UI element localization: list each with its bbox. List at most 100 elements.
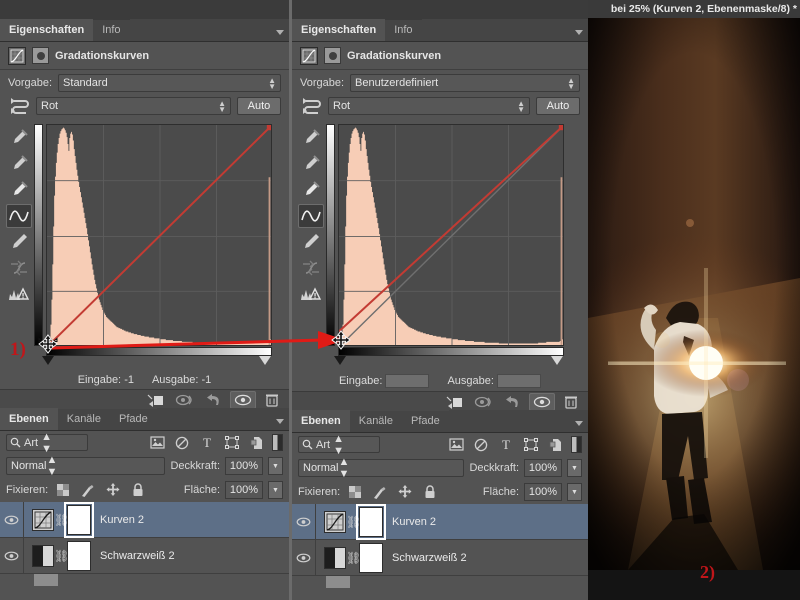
blend-mode-select-left[interactable]: Normal ▲▼ [6,457,165,475]
mask-icon-left[interactable] [32,47,49,64]
lock-transparent-icon-right[interactable] [345,484,365,501]
fill-stepper-right[interactable]: ▼ [567,483,582,501]
layer-thumbnail-schwarzweiss2-left[interactable] [32,545,54,567]
layer-visibility-icon-schwarzweiss2-right[interactable] [292,540,316,576]
tab-pfade-right[interactable]: Pfade [402,410,449,432]
lock-position-icon-right[interactable] [395,484,415,501]
black-point-slider-left[interactable] [42,356,54,365]
white-point-slider-left[interactable] [259,356,271,365]
channel-select-left[interactable]: Rot ▲▼ [36,97,231,115]
lock-image-icon-left[interactable] [78,482,98,499]
layer-link-icon-schwarzweiss2-left[interactable]: ⛓ [54,549,67,563]
filter-smartobject-icon-right[interactable] [546,436,566,453]
clipping-warning-icon-left[interactable] [6,282,32,306]
layer-link-icon-kurven2-left[interactable]: ⛓ [54,513,67,527]
layer-thumbnail-kurven2-left[interactable] [32,509,54,531]
lock-all-icon-left[interactable] [128,482,148,499]
eyedropper-gray-icon-left[interactable] [6,152,32,176]
layer-filter-select-right[interactable]: Art ▲▼ [298,436,380,453]
layer-visibility-icon-kurven2-right[interactable] [292,504,316,540]
curve-graph-left[interactable] [34,124,280,354]
opacity-value-right[interactable]: 100% [524,459,562,477]
photo-canvas[interactable] [588,18,800,570]
reset-icon-left[interactable] [201,391,227,409]
toggle-visibility-icon-left[interactable] [230,391,256,409]
blend-mode-select-right[interactable]: Normal ▲▼ [298,459,464,477]
eyedropper-black-icon-left[interactable] [6,126,32,150]
auto-button-left[interactable]: Auto [237,97,281,115]
tab-info-right[interactable]: Info [385,19,421,41]
fill-value-left[interactable]: 100% [225,481,263,499]
tab-info-left[interactable]: Info [93,19,129,41]
panel-menu-icon-left[interactable] [276,30,284,35]
curve-tool-icon-left[interactable] [6,204,32,228]
filter-pixel-icon-left[interactable] [147,434,167,451]
lock-image-icon-right[interactable] [370,484,390,501]
filter-adjustment-icon-right[interactable] [471,436,491,453]
mask-icon-right[interactable] [324,47,341,64]
onimage-adjust-icon-right[interactable] [300,96,322,116]
input-field-right[interactable] [385,374,429,388]
toggle-visibility-icon-right[interactable] [529,393,555,411]
filter-adjustment-icon-left[interactable] [172,434,192,451]
tab-ebenen-left[interactable]: Ebenen [0,408,58,430]
tab-ebenen-right[interactable]: Ebenen [292,410,350,432]
eyedropper-white-icon-left[interactable] [6,178,32,202]
eyedropper-gray-icon-right[interactable] [298,152,324,176]
layer-name-schwarzweiss2-left[interactable]: Schwarzweiß 2 [100,550,175,562]
curve-grid-right[interactable] [338,124,564,346]
onimage-adjust-icon-left[interactable] [8,96,30,116]
panel-menu-icon-right[interactable] [575,30,583,35]
auto-button-right[interactable]: Auto [536,97,580,115]
layer-thumbnail-schwarzweiss2-right[interactable] [324,547,346,569]
layer-name-schwarzweiss2-right[interactable]: Schwarzweiß 2 [392,552,467,564]
curve-tool-icon-right[interactable] [298,204,324,228]
layer-thumbnail-kurven2-right[interactable] [324,511,346,533]
layer-name-kurven2-right[interactable]: Kurven 2 [392,516,436,528]
layer-row-schwarzweiss2-left[interactable]: ⛓ Schwarzweiß 2 [0,538,289,574]
opacity-stepper-right[interactable]: ▼ [567,459,582,477]
layers-menu-icon-right[interactable] [575,421,583,426]
black-point-slider-right[interactable] [334,356,346,365]
layer-name-kurven2-left[interactable]: Kurven 2 [100,514,144,526]
curve-graph-right[interactable] [326,124,576,354]
fill-value-right[interactable]: 100% [524,483,562,501]
filter-type-icon-left[interactable]: T [197,434,217,451]
layer-mask-thumbnail-kurven2-left[interactable] [67,505,91,535]
output-field-right[interactable] [497,374,541,388]
preset-select-left[interactable]: Standard ▲▼ [58,74,281,92]
tab-pfade-left[interactable]: Pfade [110,408,157,430]
layer-link-icon-kurven2-right[interactable]: ⛓ [346,515,359,529]
input-value-left[interactable]: -1 [124,374,134,386]
view-previous-state-icon-left[interactable] [172,391,198,409]
channel-select-right[interactable]: Rot ▲▼ [328,97,530,115]
smooth-curve-icon-left[interactable] [6,256,32,280]
lock-position-icon-left[interactable] [103,482,123,499]
layer-row-kurven2-left[interactable]: ⛓ Kurven 2 [0,502,289,538]
output-value-left[interactable]: -1 [202,374,212,386]
layer-filter-select-left[interactable]: Art ▲▼ [6,434,88,451]
tab-eigenschaften-left[interactable]: Eigenschaften [0,19,93,41]
delete-icon-right[interactable] [558,393,584,411]
preset-select-right[interactable]: Benutzerdefiniert ▲▼ [350,74,580,92]
clipping-warning-icon-right[interactable] [298,282,324,306]
lock-all-icon-right[interactable] [420,484,440,501]
filter-toggle-switch-right[interactable] [571,436,582,453]
opacity-value-left[interactable]: 100% [225,457,263,475]
view-previous-state-icon-right[interactable] [471,393,497,411]
layer-row-schwarzweiss2-right[interactable]: ⛓ Schwarzweiß 2 [292,540,588,576]
layer-link-icon-schwarzweiss2-right[interactable]: ⛓ [346,551,359,565]
delete-icon-left[interactable] [259,391,285,409]
filter-shape-icon-left[interactable] [222,434,242,451]
filter-toggle-switch-left[interactable] [272,434,283,451]
white-point-slider-right[interactable] [551,356,563,365]
filter-type-icon-right[interactable]: T [496,436,516,453]
layer-mask-thumbnail-schwarzweiss2-right[interactable] [359,543,383,573]
layer-mask-thumbnail-schwarzweiss2-left[interactable] [67,541,91,571]
reset-icon-right[interactable] [500,393,526,411]
pencil-tool-icon-right[interactable] [298,230,324,254]
layer-visibility-icon-schwarzweiss2-left[interactable] [0,538,24,574]
layer-mask-thumbnail-kurven2-right[interactable] [359,507,383,537]
eyedropper-white-icon-right[interactable] [298,178,324,202]
filter-shape-icon-right[interactable] [521,436,541,453]
